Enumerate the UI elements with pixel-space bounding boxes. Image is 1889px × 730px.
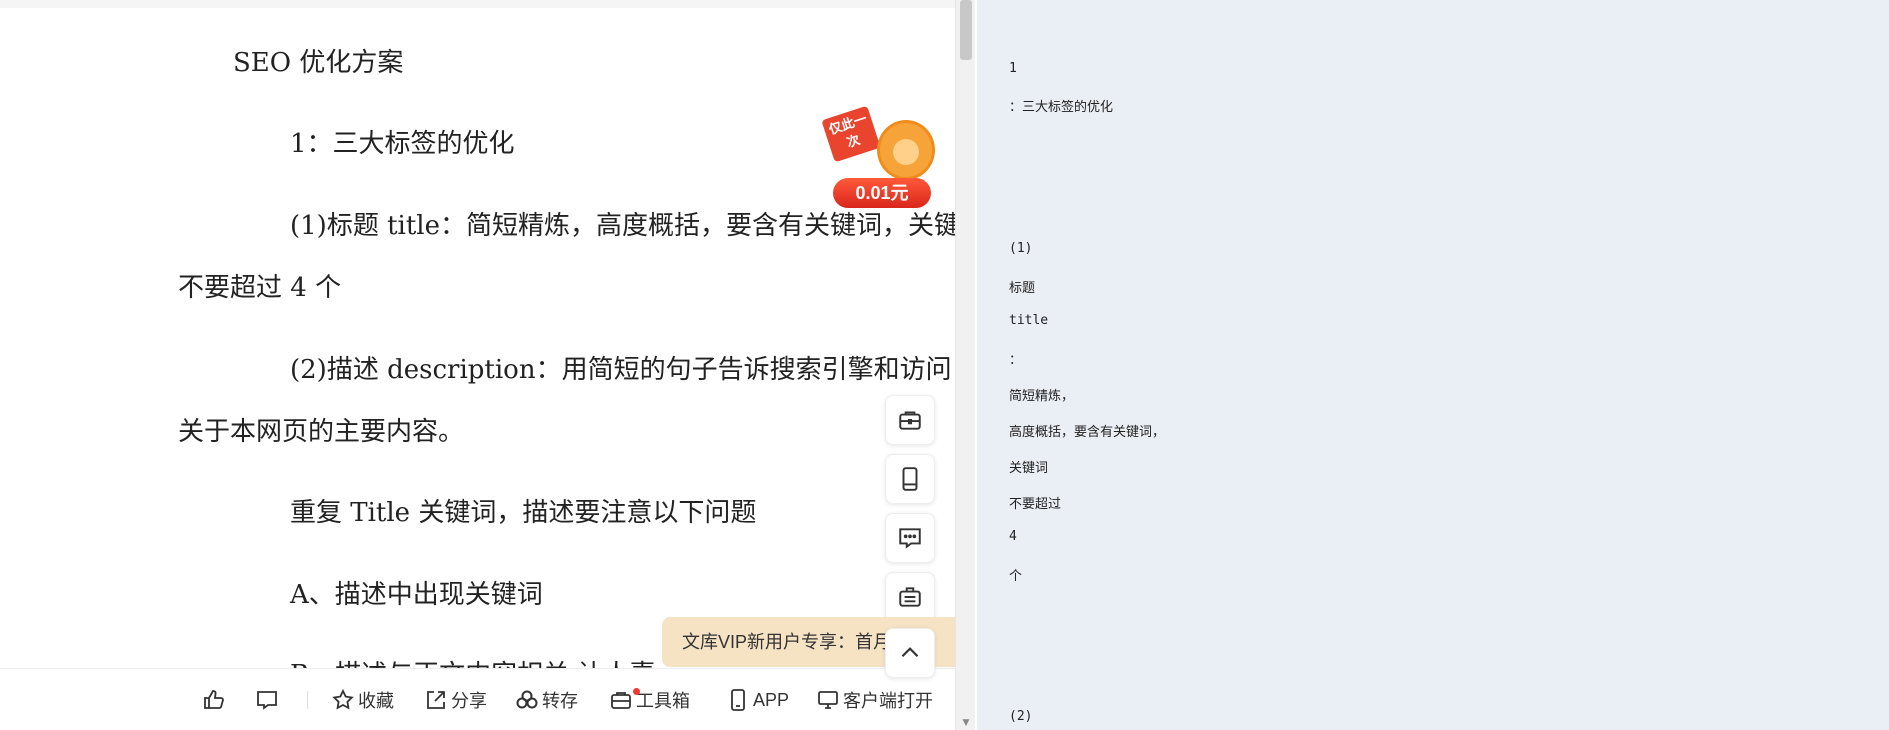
app-label: APP (753, 689, 790, 710)
toolbox-icon (611, 692, 631, 709)
comment-icon (257, 691, 277, 710)
text-layer-item: 关键词 (1009, 461, 1049, 476)
toolbox-icon (899, 411, 921, 430)
document-line: 重复 Title 关键词，描述要注意以下问题 (290, 498, 757, 528)
share-button[interactable]: 分享 (424, 669, 487, 730)
text-layer-item: 不要超过 (1009, 497, 1062, 512)
toolbar-divider (307, 691, 308, 709)
comment-side-button[interactable] (885, 513, 935, 563)
document-title: SEO 优化方案 (233, 48, 404, 78)
document-line: (2)描述 description：用简短的句子告诉搜索引擎和访问 (290, 355, 952, 385)
app-button[interactable]: APP (726, 669, 789, 730)
toolbox-button[interactable]: 工具箱 (609, 669, 690, 730)
document-line: 关于本网页的主要内容。 (178, 417, 465, 447)
document-line: (1)标题 title：简短精炼，高度概括，要含有关键词，关键 (290, 211, 955, 241)
bottom-toolbar: 收藏 分享 转存 工具箱 APP 客户端打开 (0, 668, 955, 730)
toolbox-side-button[interactable] (885, 395, 935, 445)
briefcase-icon (899, 587, 921, 607)
document-scrollbar[interactable]: ▼ (955, 0, 975, 730)
vip-banner-text: 文库VIP新用户专享：首月 (682, 632, 892, 652)
text-layer-item: 标题 (1009, 281, 1036, 296)
share-label: 分享 (451, 691, 487, 711)
promo-price: 0.01元 (833, 178, 931, 208)
document-line: 1：三大标签的优化 (290, 129, 515, 159)
notification-dot (633, 688, 640, 695)
document-viewer[interactable]: SEO 优化方案 1：三大标签的优化 (1)标题 title：简短精炼，高度概括… (0, 0, 955, 730)
lion-mascot-icon (877, 120, 935, 180)
document-line: A、描述中出现关键词 (290, 580, 543, 610)
mobile-side-button[interactable] (885, 454, 935, 504)
star-icon (332, 688, 354, 710)
text-layer-item: 个 (1009, 569, 1023, 584)
monitor-icon (818, 691, 838, 709)
scroll-down-arrow-icon[interactable]: ▼ (960, 718, 972, 728)
phone-icon (902, 467, 918, 491)
text-layer-item: 高度概括，要含有关键词， (1009, 425, 1166, 440)
text-layer-item: ： (1009, 353, 1023, 368)
thumbs-up-icon (204, 690, 224, 709)
text-layer-item: title (1009, 313, 1049, 328)
document-line: 不要超过 4 个 (178, 273, 342, 303)
back-to-top-icon (901, 647, 919, 658)
save-to-drive-button[interactable]: 转存 (515, 669, 578, 730)
favorite-label: 收藏 (358, 691, 394, 711)
comment-button[interactable] (255, 669, 282, 730)
text-layer-item: (1) (1009, 241, 1033, 256)
text-layer-item: 4 (1009, 529, 1017, 544)
back-to-top-button[interactable] (885, 628, 935, 678)
open-client-label: 客户端打开 (843, 691, 933, 711)
text-layer-item: (2) (1009, 709, 1033, 724)
promo-badge[interactable]: 仅此一次 0.01元 (821, 105, 935, 210)
phone-icon (731, 689, 745, 711)
comment-icon (899, 528, 921, 549)
cloud-save-icon (516, 690, 538, 709)
notes-side-button[interactable] (885, 572, 935, 622)
open-client-button[interactable]: 客户端打开 (816, 669, 933, 730)
favorite-button[interactable]: 收藏 (331, 669, 394, 730)
toolbox-label: 工具箱 (636, 691, 690, 711)
text-layer-item: 简短精炼， (1009, 389, 1075, 404)
text-layer-pane: 1 ：三大标签的优化 (1) 标题 title ： 简短精炼， 高度概括，要含有… (977, 0, 1889, 730)
share-icon (427, 691, 445, 709)
viewer-top-strip (0, 0, 955, 8)
like-button[interactable] (202, 669, 229, 730)
text-layer-item: 1 (1009, 61, 1017, 76)
text-layer-item: ：三大标签的优化 (1009, 100, 1114, 115)
save-label: 转存 (542, 691, 578, 711)
scrollbar-thumb[interactable] (960, 0, 972, 60)
promo-sign: 仅此一次 (821, 105, 881, 163)
